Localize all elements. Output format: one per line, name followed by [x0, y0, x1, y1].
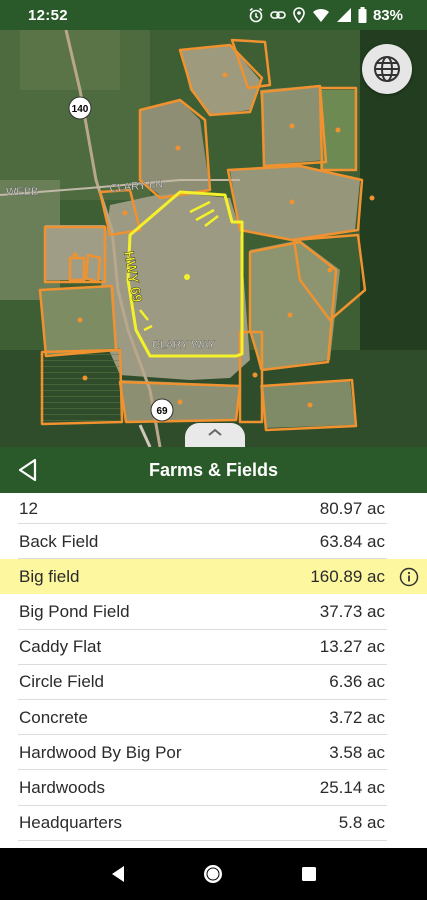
route-shield-69: 69 [150, 398, 174, 422]
field-row[interactable]: Hardwood By Big Por 3.58 ac [0, 735, 427, 771]
field-area: 6.36 ac [329, 672, 385, 692]
field-name: Big field [19, 566, 80, 586]
field-area: 5.8 ac [338, 813, 385, 833]
field-row[interactable]: Back Field 63.84 ac [0, 524, 427, 560]
info-icon[interactable] [399, 567, 419, 587]
map-type-button[interactable] [362, 44, 412, 94]
field-area: 25.14 ac [319, 777, 385, 797]
field-area: 37.73 ac [319, 601, 385, 621]
road-label-clary-way: CLARY WAY [152, 339, 216, 351]
map-view[interactable]: CLARY LN WEBB CLARY WAY HWY 69 140 69 [0, 30, 427, 447]
wifi-icon [312, 8, 329, 22]
field-name: Hardwoods [19, 777, 105, 797]
battery-icon [358, 7, 367, 23]
satellite-map[interactable]: CLARY LN WEBB CLARY WAY HWY 69 140 69 [0, 30, 427, 447]
link-icon [270, 11, 286, 19]
field-list[interactable]: 12 80.97 ac Back Field 63.84 ac Big fiel… [0, 493, 427, 848]
alarm-icon [249, 7, 263, 23]
field-area: 3.72 ac [329, 707, 385, 727]
field-row[interactable]: Caddy Flat 13.27 ac [0, 630, 427, 665]
field-area: 63.84 ac [319, 531, 385, 551]
road-label-webb: WEBB [6, 186, 38, 198]
chevron-up-icon [208, 428, 222, 436]
field-name: 12 [19, 498, 38, 518]
map-collapse-handle[interactable] [185, 423, 245, 447]
field-name: Hardwood By Big Por [19, 742, 182, 762]
nav-recents-button[interactable] [294, 859, 324, 889]
nav-home-button[interactable] [198, 859, 228, 889]
field-row-selected[interactable]: Big field 160.89 ac [0, 559, 427, 595]
globe-icon [374, 56, 400, 82]
field-row[interactable]: Concrete 3.72 ac [0, 700, 427, 736]
field-row[interactable]: 12 80.97 ac [0, 493, 427, 524]
nav-back-icon [111, 866, 124, 882]
route-shield-140: 140 [68, 96, 92, 120]
nav-recents-icon [302, 867, 317, 881]
field-name: Circle Field [19, 672, 105, 692]
nav-back-button[interactable] [103, 859, 133, 889]
field-area: 160.89 ac [310, 566, 385, 586]
field-name: Concrete [19, 707, 88, 727]
nav-home-icon [204, 865, 223, 883]
back-arrow-icon [18, 458, 37, 482]
field-row[interactable]: Headquarters 5.8 ac [0, 806, 427, 841]
system-nav-bar [0, 848, 427, 900]
field-area: 3.58 ac [329, 742, 385, 762]
battery-percent: 83% [372, 6, 403, 24]
field-area: 13.27 ac [319, 637, 385, 657]
status-time: 12:52 [28, 6, 68, 24]
field-name: Back Field [19, 531, 99, 551]
status-icons: 83% [248, 7, 403, 24]
field-row[interactable]: Big Pond Field 37.73 ac [0, 594, 427, 630]
signal-icon [336, 8, 351, 22]
field-row[interactable]: Circle Field 6.36 ac [0, 665, 427, 700]
field-name: Caddy Flat [19, 637, 102, 657]
field-row[interactable]: Hardwoods 25.14 ac [0, 770, 427, 806]
field-name: Big Pond Field [19, 601, 130, 621]
row-divider [18, 839, 387, 841]
page-title: Farms & Fields [148, 459, 279, 480]
svg-text:69: 69 [156, 406, 168, 417]
back-button[interactable] [14, 456, 42, 484]
svg-text:140: 140 [72, 104, 89, 115]
field-name: Headquarters [19, 813, 123, 833]
list-header: Farms & Fields [0, 447, 427, 493]
status-bar: 12:52 83% [0, 0, 427, 30]
field-area: 80.97 ac [319, 498, 385, 518]
location-icon [293, 7, 305, 23]
